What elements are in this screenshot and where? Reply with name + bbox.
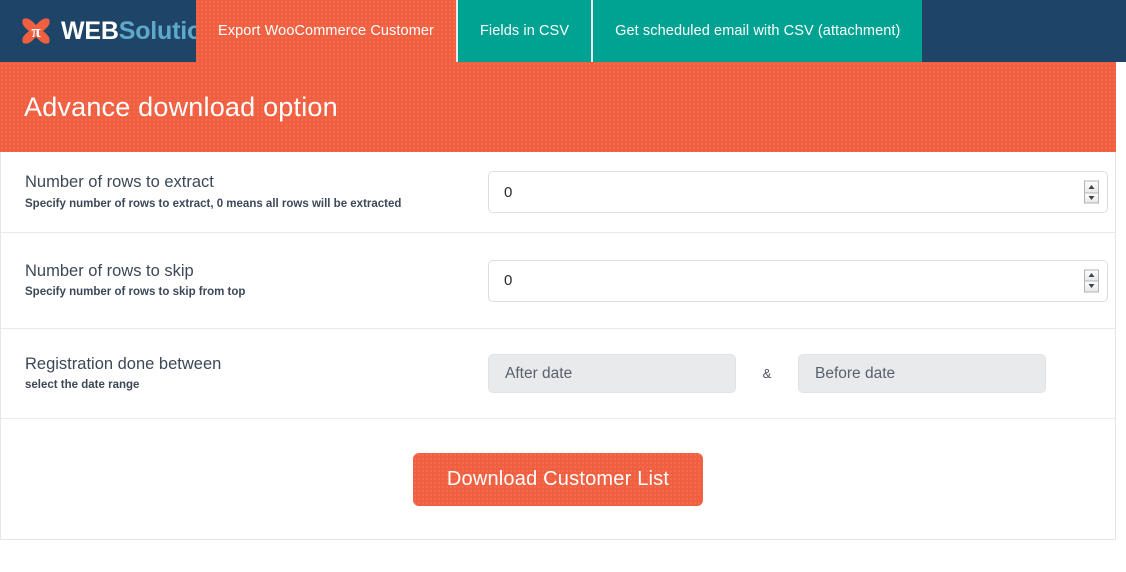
field-help-text: select the date range: [25, 379, 140, 392]
caret-up-icon[interactable]: [1084, 180, 1099, 192]
tab-label: Export WooCommerce Customer: [218, 23, 434, 39]
tab-fields-in-csv[interactable]: Fields in CSV: [455, 0, 592, 62]
rows-to-skip-stepper[interactable]: [1084, 269, 1099, 292]
rows-to-extract-input[interactable]: [488, 171, 1108, 213]
input-column: [488, 259, 1108, 302]
rows-to-extract-stepper[interactable]: [1084, 180, 1099, 204]
rows-to-skip-input[interactable]: [488, 259, 1108, 302]
field-label: Number of rows to skip: [25, 261, 194, 280]
rows-to-skip-input-wrapper: [488, 259, 1108, 302]
tab-label: Get scheduled email with CSV (attachment…: [615, 23, 901, 39]
before-date-input[interactable]: [798, 354, 1046, 393]
caret-up-icon[interactable]: [1084, 269, 1099, 281]
svg-text:π: π: [31, 22, 41, 41]
field-label: Registration done between: [25, 354, 222, 373]
form-row-rows-to-skip: Number of rows to skip Specify number of…: [1, 233, 1115, 329]
download-customer-list-button[interactable]: Download Customer List: [412, 452, 704, 506]
date-range-separator: &: [762, 366, 772, 381]
tab-get-scheduled-email[interactable]: Get scheduled email with CSV (attachment…: [591, 0, 923, 62]
form-row-rows-to-extract: Number of rows to extract Specify number…: [1, 152, 1115, 233]
input-column: [488, 171, 1108, 213]
rows-to-extract-input-wrapper: [488, 171, 1108, 213]
brand-name: WEBSolution: [61, 16, 217, 45]
label-column: Registration done between select the dat…: [25, 354, 488, 393]
field-label: Number of rows to extract: [25, 173, 214, 192]
submit-area: Download Customer List: [1, 419, 1115, 539]
form-row-registration-date-range: Registration done between select the dat…: [1, 329, 1115, 419]
caret-down-icon[interactable]: [1084, 192, 1099, 204]
brand-name-primary: WEB: [61, 16, 119, 45]
caret-down-icon[interactable]: [1084, 280, 1099, 292]
after-date-input[interactable]: [488, 354, 736, 393]
tab-export-woocommerce-customer[interactable]: Export WooCommerce Customer: [196, 0, 456, 62]
advance-download-option-panel: Number of rows to extract Specify number…: [0, 152, 1116, 540]
field-help-text: Specify number of rows to skip from top: [25, 286, 246, 299]
tab-label: Fields in CSV: [479, 23, 570, 39]
label-column: Number of rows to skip Specify number of…: [25, 261, 488, 300]
brand-logo-area[interactable]: π WEBSolution: [0, 0, 217, 62]
nav-filler: [922, 0, 1126, 62]
label-column: Number of rows to extract Specify number…: [25, 172, 488, 211]
top-navigation-bar: π WEBSolution Export WooCommerce Custome…: [0, 0, 1126, 62]
input-column: &: [488, 354, 1095, 393]
page-banner: Advance download option: [0, 62, 1116, 152]
x-pi-logo-icon: π: [18, 13, 54, 49]
page-title: Advance download option: [24, 91, 338, 122]
field-help-text: Specify number of rows to extract, 0 mea…: [25, 197, 402, 210]
